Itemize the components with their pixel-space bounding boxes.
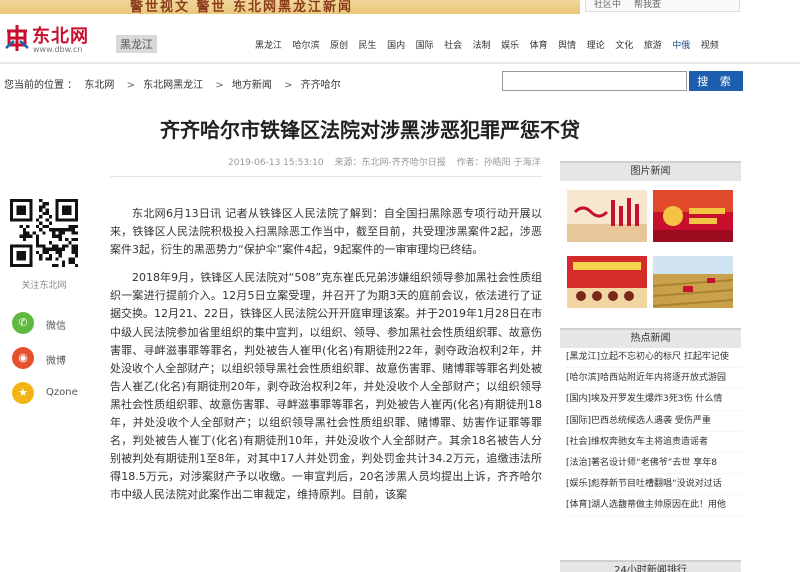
nav-item[interactable]: 娱乐 [501, 38, 519, 51]
pic-news-thumbnail[interactable] [567, 256, 647, 308]
nav-item[interactable]: 国内 [387, 38, 405, 51]
weibo-icon: ◉ [12, 347, 34, 369]
pic-news-image-2 [653, 190, 733, 242]
hot-news-item[interactable]: [娱乐]彪荐新节目吐槽翻唱“没说对过话 [566, 474, 742, 496]
nav-item[interactable]: 哈尔滨 [293, 38, 320, 51]
hot-news-text: 彪荐新节目吐槽翻唱“没说对过话 [591, 479, 722, 490]
nav-item[interactable]: 文化 [615, 38, 633, 51]
nav-item[interactable]: 理论 [587, 38, 605, 51]
region-badge[interactable]: 黑龙江 [116, 35, 157, 53]
rank-news-header: 24小时新闻排行 [560, 560, 741, 572]
article-title: 齐齐哈尔市铁锋区法院对涉黑涉恶犯罪严惩不贷 [160, 118, 580, 142]
nav-item[interactable]: 原创 [330, 38, 348, 51]
main-nav: 黑龙江 哈尔滨 原创 民生 国内 国际 社会 法制 娱乐 体育 舆情 理论 文化 旅游 中俄 视频 [255, 38, 729, 51]
breadcrumb-separator-icon: > [284, 80, 293, 91]
hot-news-item[interactable]: [哈尔滨]哈西站附近年内将逐开放式游园 [566, 368, 742, 390]
share-weibo-button[interactable]: ◉ 微博 [12, 347, 92, 369]
meta-divider [110, 176, 542, 177]
nav-item[interactable]: 体育 [530, 38, 548, 51]
breadcrumb-prefix: 您当前的位置 ： [4, 80, 78, 91]
pic-news-thumbnail[interactable] [567, 190, 647, 242]
nav-item[interactable]: 国际 [416, 38, 434, 51]
dbw-logo-icon[interactable] [4, 24, 30, 52]
breadcrumb-separator-icon: > [215, 80, 224, 91]
banner-right-links: 社区中 帮我查 [585, 0, 740, 12]
nav-item[interactable]: 黑龙江 [255, 38, 282, 51]
share-qzone-button[interactable]: ★ Qzone [12, 382, 92, 404]
hot-news-text: 维权奔驰女车主将追责造谣者 [591, 436, 709, 447]
site-url: www.dbw.cn [33, 45, 83, 54]
hot-news-header: 热点新闻 [560, 328, 741, 348]
hot-news-text: 埃及开罗发生爆炸3死3伤 什么情 [591, 394, 723, 405]
hot-news-item[interactable]: [国际]巴西总统候选人遇袭 受伤严重 [566, 411, 742, 432]
article-paragraph: 东北网6月13日讯 记者从铁锋区人民法院了解到：自全国扫黑除恶专项行动开展以来，… [110, 207, 542, 257]
qzone-icon: ★ [12, 382, 34, 404]
breadcrumb: 您当前的位置 ： 东北网 > 东北网黑龙江 > 地方新闻 > 齐齐哈尔 [4, 76, 345, 91]
article-paragraph: 2018年9月，铁锋区人民法院对“508”克东崔氏兄弟涉嫌组织领导参加黑社会性质… [110, 271, 542, 502]
qr-label: 关注东北网 [21, 281, 67, 291]
banner-advertisement[interactable]: 警世视文 警世 东北网黑龙江新闻 [0, 0, 580, 14]
share-label: Qzone [46, 387, 78, 398]
hot-news-tag: [法治] [566, 457, 592, 468]
wechat-icon: ✆ [12, 312, 34, 334]
nav-item[interactable]: 法制 [473, 38, 491, 51]
pic-news-header: 图片新闻 [560, 161, 741, 181]
share-wechat-button[interactable]: ✆ 微信 [12, 312, 92, 334]
hot-news-text: 著名设计师“老佛爷”去世 享年8 [591, 457, 717, 468]
hot-news-tag: [国际] [566, 415, 592, 426]
hot-news-tag: [娱乐] [566, 479, 592, 490]
breadcrumb-item-local-news[interactable]: 地方新闻 [232, 80, 272, 91]
pic-news-thumbnail[interactable] [653, 190, 733, 242]
article-body: 东北网6月13日讯 记者从铁锋区人民法院了解到：自全国扫黑除恶专项行动开展以来，… [110, 205, 542, 515]
hot-news-item[interactable]: [体育]湖人选馥蒂做主帅原因在此！用他 [566, 495, 742, 517]
article-time: 2019-06-13 15:53:10 [228, 158, 324, 168]
share-label: 微信 [46, 321, 66, 332]
banner-link-1[interactable]: 社区中 [594, 0, 621, 10]
article-author: 作者：孙皓阳 于海洋 [456, 158, 541, 168]
header-divider [0, 62, 800, 64]
search-button[interactable]: 搜 索 [689, 71, 743, 91]
nav-item[interactable]: 舆情 [558, 38, 576, 51]
hot-news-tag: [国内] [566, 394, 592, 405]
pic-news-image-1 [567, 190, 647, 242]
pic-news-image-4 [653, 256, 733, 308]
breadcrumb-item-qiqihar[interactable]: 齐齐哈尔 [301, 80, 341, 91]
hot-news-text: 湖人选馥蒂做主帅原因在此！用他 [591, 500, 727, 511]
breadcrumb-separator-icon: > [126, 80, 135, 91]
hot-news-item[interactable]: [黑龙江]立起不忘初心的标尺 扛起牢记使 [566, 347, 742, 369]
article-meta: 2019-06-13 15:53:10 来源：东北网-齐齐哈尔日报 作者：孙皓阳… [228, 155, 548, 168]
nav-item[interactable]: 视频 [701, 38, 719, 51]
search-input[interactable] [502, 71, 687, 91]
nav-item[interactable]: 民生 [359, 38, 377, 51]
site-header: 东北网 www.dbw.cn 黑龙江 黑龙江 哈尔滨 原创 民生 国内 国际 社会 法制 娱乐体… [0, 18, 800, 58]
nav-item[interactable]: 中俄 [672, 38, 690, 51]
nav-item[interactable]: 旅游 [644, 38, 662, 51]
hot-news-text: 立起不忘初心的标尺 扛起牢记使 [600, 352, 729, 362]
hot-news-list: [黑龙江]立起不忘初心的标尺 扛起牢记使 [哈尔滨]哈西站附近年内将逐开放式游园[… [566, 347, 742, 517]
hot-news-tag: [哈尔滨] [566, 373, 601, 384]
hot-news-item[interactable]: [法治]著名设计师“老佛爷”去世 享年8 [566, 453, 742, 475]
hot-news-text: 哈西站附近年内将逐开放式游园 [600, 373, 727, 384]
hot-news-item[interactable]: [国内]埃及开罗发生爆炸3死3伤 什么情 [566, 389, 742, 411]
hot-news-tag: [社会] [566, 436, 592, 447]
pic-news-image-3 [567, 256, 647, 308]
hot-news-tag: [黑龙江] [566, 352, 601, 362]
banner-ad-text: 警世视文 警世 东北网黑龙江新闻 [130, 0, 354, 14]
nav-item[interactable]: 社会 [444, 38, 462, 51]
pic-news-thumbnail[interactable] [653, 256, 733, 308]
banner-link-2[interactable]: 帮我查 [634, 0, 661, 10]
hot-news-tag: [体育] [566, 500, 592, 511]
top-banner: 警世视文 警世 东北网黑龙江新闻 社区中 帮我查 [0, 0, 800, 18]
breadcrumb-item-dbw[interactable]: 东北网 [84, 80, 114, 91]
share-label: 微博 [46, 356, 66, 367]
hot-news-text: 巴西总统候选人遇袭 受伤严重 [591, 415, 711, 426]
hot-news-item[interactable]: [社会]维权奔驰女车主将追责造谣者 [566, 432, 742, 453]
qr-code-icon [10, 199, 78, 267]
article-source: 来源：东北网-齐齐哈尔日报 [334, 158, 446, 168]
breadcrumb-item-heilongjiang[interactable]: 东北网黑龙江 [143, 80, 203, 91]
